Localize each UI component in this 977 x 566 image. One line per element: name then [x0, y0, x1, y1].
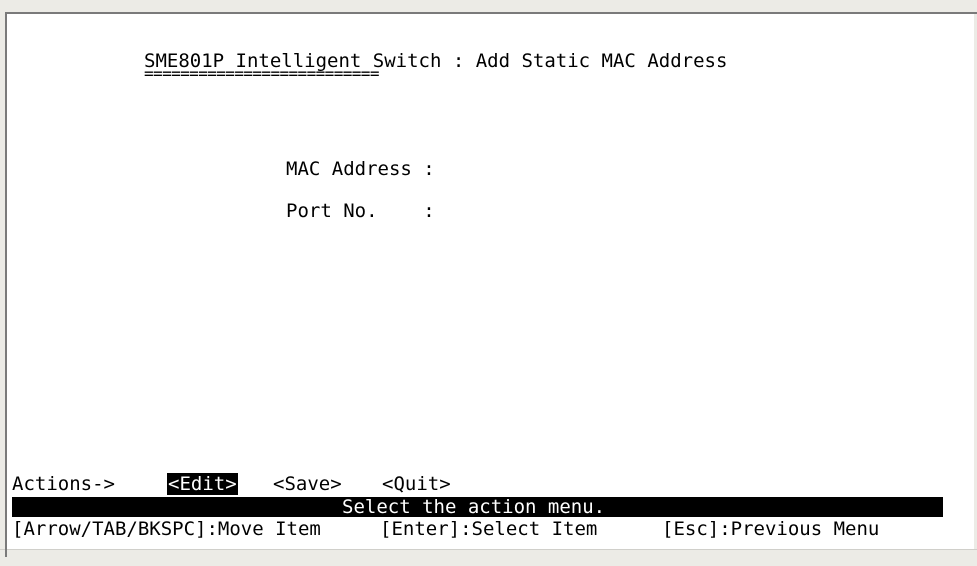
quit-action-button[interactable]: <Quit> [382, 473, 451, 495]
port-no-label[interactable]: Port No. : [286, 200, 435, 222]
edit-action-button[interactable]: <Edit> [167, 473, 238, 495]
terminal-border-left [5, 12, 7, 557]
window-frame-bottom [0, 549, 977, 566]
status-message: Select the action menu. [342, 496, 606, 518]
help-previous-menu: [Esc]:Previous Menu [662, 518, 880, 540]
help-move-item: [Arrow/TAB/BKSPC]:Move Item [12, 518, 321, 540]
status-bar: Select the action menu. [12, 497, 943, 517]
title-underline: ========================== [144, 64, 379, 83]
terminal-border-top [5, 12, 977, 14]
actions-label: Actions-> [12, 473, 115, 495]
mac-address-label[interactable]: MAC Address : [286, 158, 435, 180]
terminal-window: SME801P Intelligent Switch : Add Static … [0, 0, 977, 566]
help-select-item: [Enter]:Select Item [380, 518, 598, 540]
save-action-button[interactable]: <Save> [273, 473, 342, 495]
